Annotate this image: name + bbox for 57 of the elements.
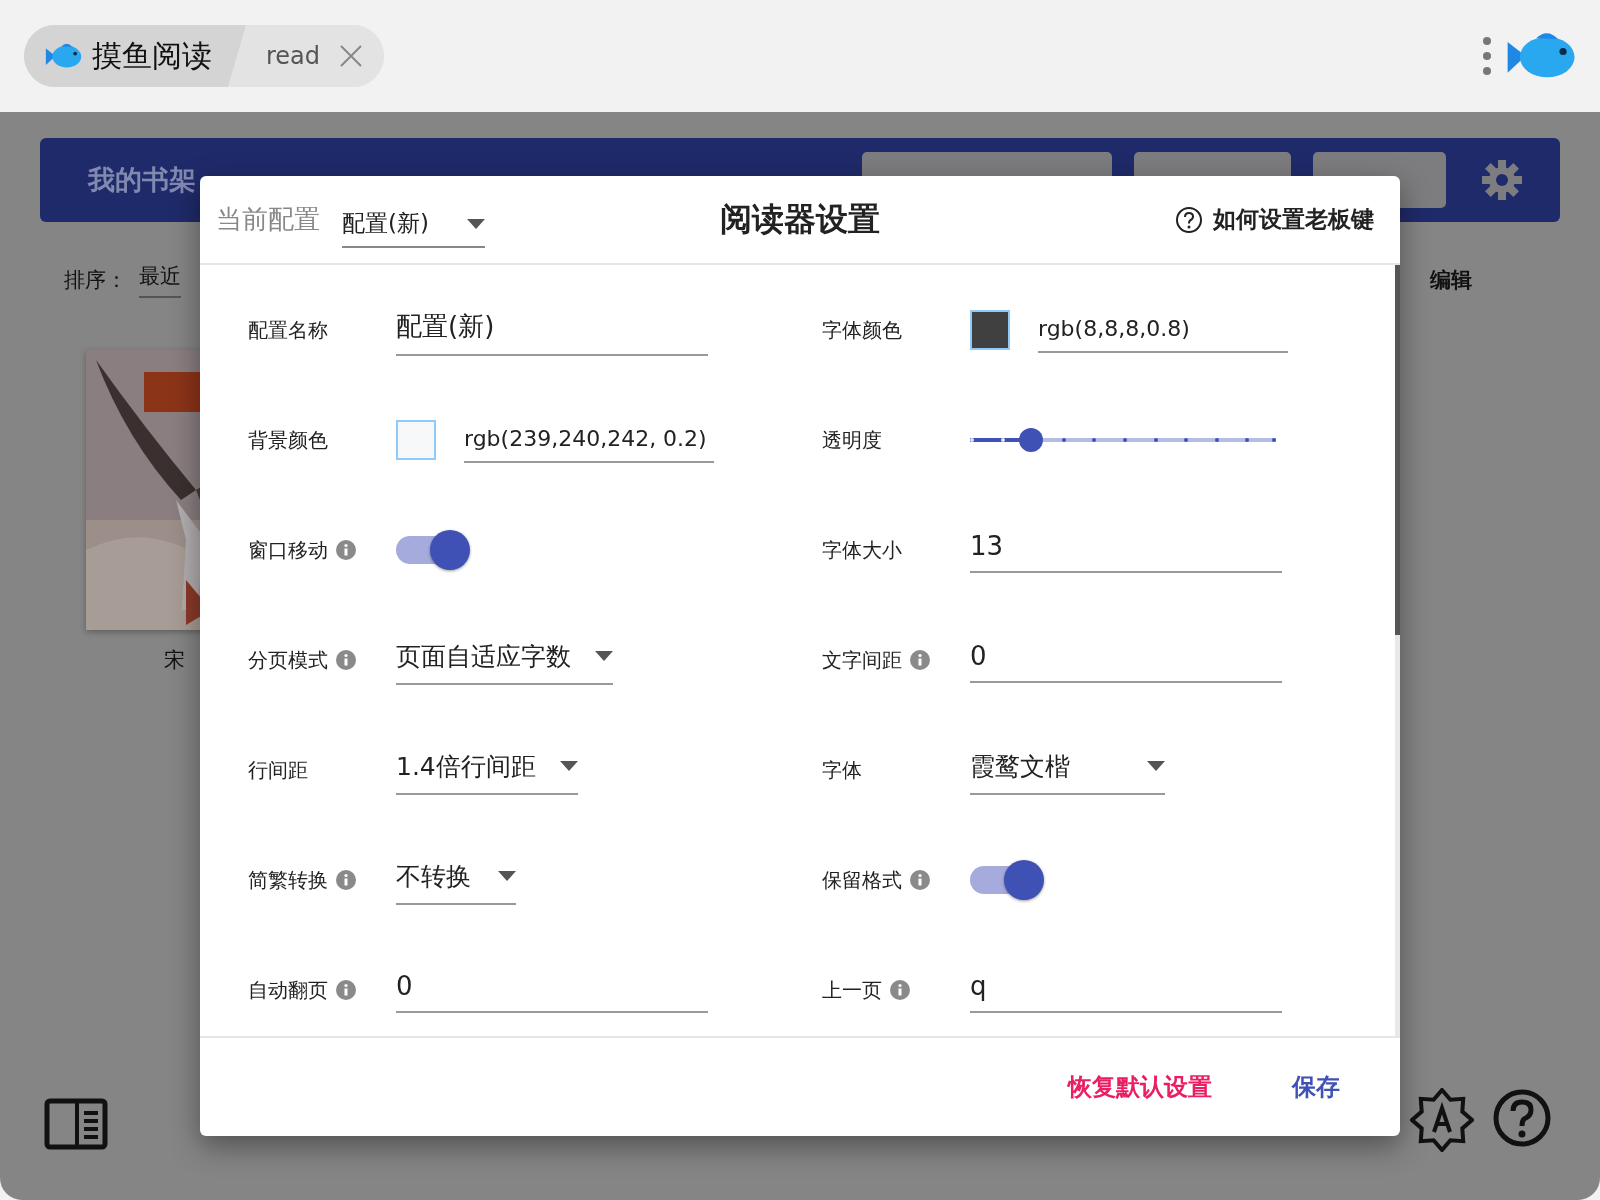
- input-field[interactable]: 0: [396, 967, 708, 1013]
- input-field[interactable]: q: [970, 967, 1282, 1013]
- dropdown[interactable]: 不转换: [396, 855, 516, 905]
- field-label: 自动翻页: [248, 976, 328, 1004]
- color-swatch[interactable]: [396, 420, 436, 460]
- config-label: 当前配置: [216, 203, 320, 236]
- caret-icon: [467, 218, 485, 229]
- app-tab[interactable]: 摸鱼阅读: [24, 25, 246, 87]
- field-label: 上一页: [822, 976, 882, 1004]
- scrollbar[interactable]: [1395, 265, 1400, 1036]
- config-dropdown[interactable]: 配置(新): [342, 191, 485, 248]
- help-link[interactable]: 如何设置老板键: [1175, 204, 1374, 235]
- field-label: 文字间距: [822, 646, 902, 674]
- field-label: 窗口移动: [248, 536, 328, 564]
- dialog-title: 阅读器设置: [720, 199, 880, 238]
- book-title[interactable]: 宋: [164, 646, 185, 674]
- sort-label: 排序：: [64, 267, 127, 294]
- field-label: 透明度: [822, 426, 882, 454]
- reset-button[interactable]: 恢复默认设置: [1064, 1065, 1216, 1109]
- scrollbar-thumb[interactable]: [1395, 265, 1400, 635]
- toggle-switch[interactable]: [970, 860, 1044, 900]
- field-label: 背景颜色: [248, 426, 328, 454]
- field-label: 字体: [822, 756, 862, 784]
- slider[interactable]: [970, 428, 1276, 452]
- input-field[interactable]: 0: [970, 637, 1282, 683]
- settings-icon[interactable]: [1480, 158, 1524, 202]
- slider-thumb[interactable]: [1019, 428, 1044, 452]
- input-field[interactable]: 13: [970, 527, 1282, 573]
- kebab-menu-icon[interactable]: [1482, 36, 1492, 76]
- caret-icon: [559, 761, 578, 771]
- dropdown[interactable]: 1.4倍行间距: [396, 745, 578, 795]
- field-label: 配置名称: [248, 316, 328, 344]
- help-icon[interactable]: [1492, 1088, 1552, 1148]
- caret-icon: [498, 871, 516, 881]
- field-label: 字体大小: [822, 536, 902, 564]
- toggle-switch[interactable]: [396, 530, 470, 570]
- caret-icon: [1147, 761, 1165, 771]
- edit-link[interactable]: 编辑: [1430, 266, 1472, 294]
- close-icon[interactable]: [338, 43, 365, 69]
- field-label: 行间距: [248, 756, 308, 784]
- field-label: 分页模式: [248, 646, 328, 674]
- sort-dropdown[interactable]: 最近: [139, 262, 181, 298]
- color-swatch[interactable]: [970, 310, 1010, 350]
- field-label: 字体颜色: [822, 316, 902, 344]
- help-icon: [1175, 205, 1203, 234]
- field-label: 简繁转换: [248, 866, 328, 894]
- dropdown[interactable]: 页面自适应字数: [396, 635, 613, 685]
- header-title: 我的书架: [88, 163, 196, 197]
- field-label: 保留格式: [822, 866, 902, 894]
- input-field[interactable]: 配置(新): [396, 304, 708, 356]
- save-button[interactable]: 保存: [1288, 1065, 1344, 1109]
- caret-icon: [595, 651, 613, 661]
- input-field[interactable]: rgb(8,8,8,0.8): [1038, 307, 1288, 353]
- badge-icon[interactable]: [1410, 1088, 1474, 1152]
- reader-panel-icon[interactable]: [44, 1098, 108, 1150]
- dropdown[interactable]: 霞鹜文楷: [970, 745, 1165, 795]
- input-field[interactable]: rgb(239,240,242, 0.2): [464, 417, 714, 463]
